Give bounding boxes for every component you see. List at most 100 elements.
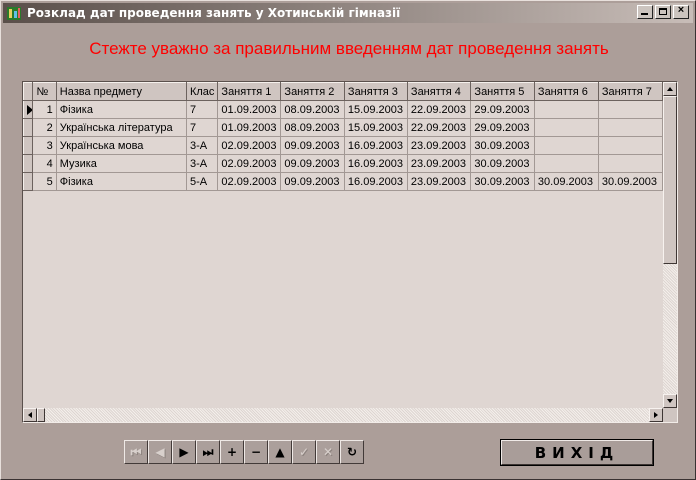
table-cell[interactable]: 30.09.2003 xyxy=(470,136,535,155)
column-header[interactable]: Заняття 2 xyxy=(280,82,345,101)
table-cell[interactable]: 16.09.2003 xyxy=(344,154,408,173)
scroll-down-button[interactable] xyxy=(663,394,677,408)
table-cell[interactable]: Фізика xyxy=(56,172,187,191)
table-cell[interactable]: 29.09.2003 xyxy=(470,100,535,119)
table-cell[interactable]: 30.09.2003 xyxy=(470,172,535,191)
cancel-edit-button[interactable]: ✕ xyxy=(316,440,340,464)
column-header[interactable]: Назва предмету xyxy=(55,82,187,101)
insert-record-button[interactable]: + xyxy=(220,440,244,464)
table-row[interactable]: 3 Українська мова 3-А 02.09.2003 09.09.2003 1… xyxy=(23,136,663,155)
table-row[interactable]: 1 Фізика 7 01.09.2003 08.09.2003 15.09.2003 22… xyxy=(23,100,663,119)
first-record-icon: ⏮ xyxy=(130,445,142,459)
table-cell[interactable]: 3-А xyxy=(186,136,219,155)
table-cell[interactable] xyxy=(598,100,663,119)
table-cell[interactable]: 30.09.2003 xyxy=(598,172,663,191)
refresh-data-button[interactable]: ↻ xyxy=(340,440,364,464)
table-cell[interactable] xyxy=(534,136,599,155)
close-button[interactable]: × xyxy=(673,4,689,19)
table-cell[interactable]: 30.09.2003 xyxy=(534,172,599,191)
table-cell[interactable]: Українська мова xyxy=(56,136,187,155)
column-header[interactable]: № xyxy=(32,82,57,101)
first-record-button[interactable]: ⏮ xyxy=(124,440,148,464)
table-cell[interactable] xyxy=(598,118,663,137)
row-indicator[interactable] xyxy=(23,172,34,191)
table-cell[interactable]: 7 xyxy=(186,100,219,119)
maximize-button[interactable] xyxy=(655,5,671,19)
table-cell[interactable]: 22.09.2003 xyxy=(407,100,472,119)
column-header[interactable]: Заняття 6 xyxy=(533,82,599,101)
last-record-icon: ⏭ xyxy=(202,445,214,459)
table-cell[interactable]: 01.09.2003 xyxy=(217,100,282,119)
column-header[interactable]: Клас xyxy=(185,82,219,101)
table-cell[interactable]: 15.09.2003 xyxy=(344,118,408,137)
table-cell[interactable]: 30.09.2003 xyxy=(470,154,535,173)
table-cell[interactable]: 4 xyxy=(32,154,57,173)
table-cell[interactable]: Фізика xyxy=(56,100,187,119)
table-cell[interactable]: 5-А xyxy=(186,172,219,191)
column-header[interactable]: Заняття 7 xyxy=(597,82,663,101)
table-cell[interactable] xyxy=(534,100,599,119)
db-navigator: ⏮ ◀ ▶ ⏭ + − ▲ ✓ ✕ ↻ xyxy=(124,440,364,464)
table-cell[interactable]: 15.09.2003 xyxy=(344,100,408,119)
table-cell[interactable]: 23.09.2003 xyxy=(407,154,472,173)
table-cell[interactable] xyxy=(598,136,663,155)
table-cell[interactable]: 01.09.2003 xyxy=(217,118,282,137)
edit-record-button[interactable]: ▲ xyxy=(268,440,292,464)
title-bar[interactable]: Розклад дат проведення занять у Хотинськ… xyxy=(3,3,693,23)
schedule-table: № Назва предмету Клас Заняття 1 Заняття … xyxy=(23,82,663,191)
schedule-grid[interactable]: № Назва предмету Клас Заняття 1 Заняття … xyxy=(22,81,678,423)
horizontal-scrollbar[interactable] xyxy=(23,408,663,422)
table-cell[interactable]: 16.09.2003 xyxy=(344,136,408,155)
table-row[interactable]: 4 Музика 3-А 02.09.2003 09.09.2003 16.09.2003… xyxy=(23,154,663,173)
table-cell[interactable]: 09.09.2003 xyxy=(280,136,345,155)
table-cell[interactable]: 7 xyxy=(186,118,219,137)
table-cell[interactable]: 09.09.2003 xyxy=(280,154,345,173)
table-cell[interactable]: 23.09.2003 xyxy=(407,172,472,191)
table-cell[interactable]: 23.09.2003 xyxy=(407,136,472,155)
table-cell[interactable] xyxy=(534,154,599,173)
table-cell[interactable]: Музика xyxy=(56,154,187,173)
table-cell[interactable]: 02.09.2003 xyxy=(217,172,282,191)
column-header[interactable]: Заняття 4 xyxy=(406,82,472,101)
vertical-scrollbar[interactable] xyxy=(663,82,677,408)
row-indicator[interactable] xyxy=(23,136,34,155)
table-cell[interactable]: 02.09.2003 xyxy=(217,136,282,155)
column-header[interactable]: Заняття 1 xyxy=(217,82,282,101)
last-record-button[interactable]: ⏭ xyxy=(196,440,220,464)
column-header[interactable]: Заняття 5 xyxy=(470,82,535,101)
table-cell[interactable]: 08.09.2003 xyxy=(280,118,345,137)
table-cell[interactable]: 3 xyxy=(32,136,57,155)
horizontal-scroll-thumb[interactable] xyxy=(37,408,45,422)
table-cell[interactable]: 2 xyxy=(32,118,57,137)
table-cell[interactable] xyxy=(534,118,599,137)
app-icon[interactable] xyxy=(6,5,22,21)
vertical-scroll-thumb[interactable] xyxy=(663,96,677,264)
table-cell[interactable]: Українська література xyxy=(56,118,187,137)
scroll-left-button[interactable] xyxy=(23,408,37,422)
table-cell[interactable]: 1 xyxy=(32,100,57,119)
post-edit-button[interactable]: ✓ xyxy=(292,440,316,464)
row-indicator[interactable] xyxy=(23,118,34,137)
scroll-right-button[interactable] xyxy=(649,408,663,422)
table-cell[interactable]: 22.09.2003 xyxy=(407,118,472,137)
table-cell[interactable]: 29.09.2003 xyxy=(470,118,535,137)
table-row[interactable]: 5 Фізика 5-А 02.09.2003 09.09.2003 16.09.2003… xyxy=(23,172,663,191)
table-cell[interactable]: 3-А xyxy=(186,154,219,173)
scroll-up-button[interactable] xyxy=(663,82,677,96)
row-indicator[interactable] xyxy=(23,100,34,119)
row-indicator[interactable] xyxy=(23,154,34,173)
table-cell[interactable]: 5 xyxy=(32,172,57,191)
column-header[interactable]: Заняття 3 xyxy=(343,82,408,101)
table-row[interactable]: 2 Українська література 7 01.09.2003 08.09.2… xyxy=(23,118,663,137)
next-record-button[interactable]: ▶ xyxy=(172,440,196,464)
arrow-up-icon xyxy=(667,87,673,91)
exit-button[interactable]: ВИХІД xyxy=(500,439,654,466)
delete-record-button[interactable]: − xyxy=(244,440,268,464)
minimize-button[interactable] xyxy=(637,5,653,19)
table-cell[interactable] xyxy=(598,154,663,173)
table-cell[interactable]: 16.09.2003 xyxy=(344,172,408,191)
prior-record-button[interactable]: ◀ xyxy=(148,440,172,464)
table-cell[interactable]: 09.09.2003 xyxy=(280,172,345,191)
table-cell[interactable]: 08.09.2003 xyxy=(280,100,345,119)
table-cell[interactable]: 02.09.2003 xyxy=(217,154,282,173)
